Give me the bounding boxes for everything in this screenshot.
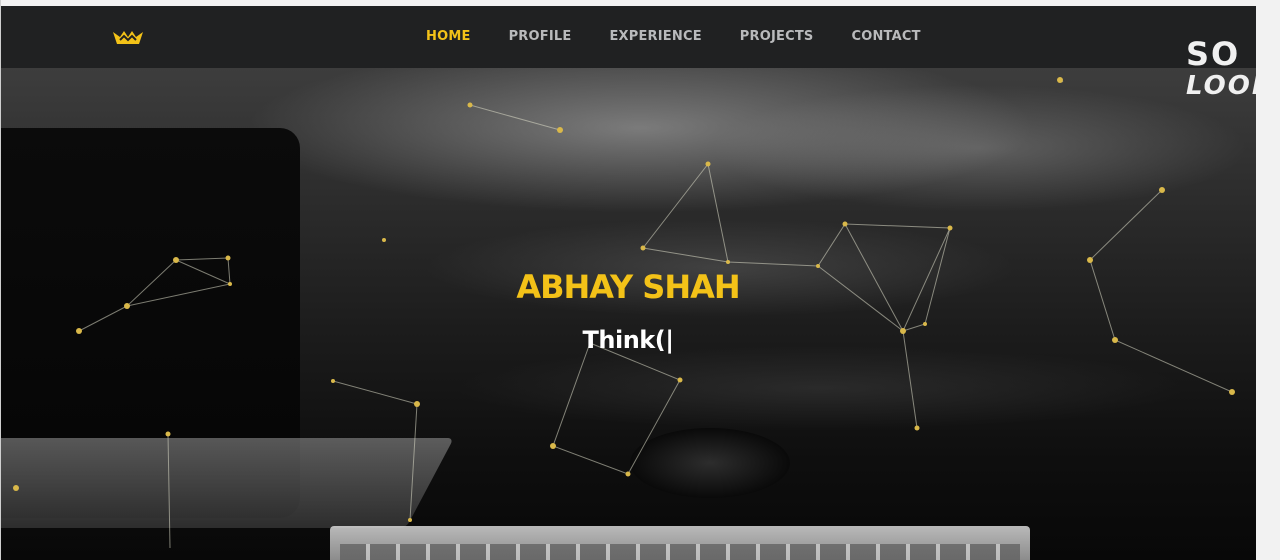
main-nav: HOME PROFILE EXPERIENCE PROJECTS CONTACT <box>426 28 959 46</box>
nav-projects[interactable]: PROJECTS <box>740 28 814 46</box>
nav-home[interactable]: HOME <box>426 28 471 46</box>
hero-title: ABHAY SHAH <box>516 268 740 306</box>
nav-experience[interactable]: EXPERIENCE <box>609 28 701 46</box>
hero-section: ABHAY SHAH Think(| <box>0 68 1256 560</box>
window-scrollbar[interactable] <box>1256 0 1280 560</box>
window-frame-left <box>0 0 1 560</box>
soloop-watermark: SO LOOP <box>1186 35 1273 106</box>
nav-profile[interactable]: PROFILE <box>509 28 572 46</box>
watermark-line1: SO <box>1186 35 1241 73</box>
nav-contact[interactable]: CONTACT <box>851 28 920 46</box>
watermark-line2: LOOP <box>1186 71 1273 101</box>
hero-subtitle: Think(| <box>582 326 674 354</box>
navbar: HOME PROFILE EXPERIENCE PROJECTS CONTACT <box>0 6 1256 68</box>
crown-icon[interactable] <box>112 28 144 48</box>
particle-network <box>13 77 1235 549</box>
